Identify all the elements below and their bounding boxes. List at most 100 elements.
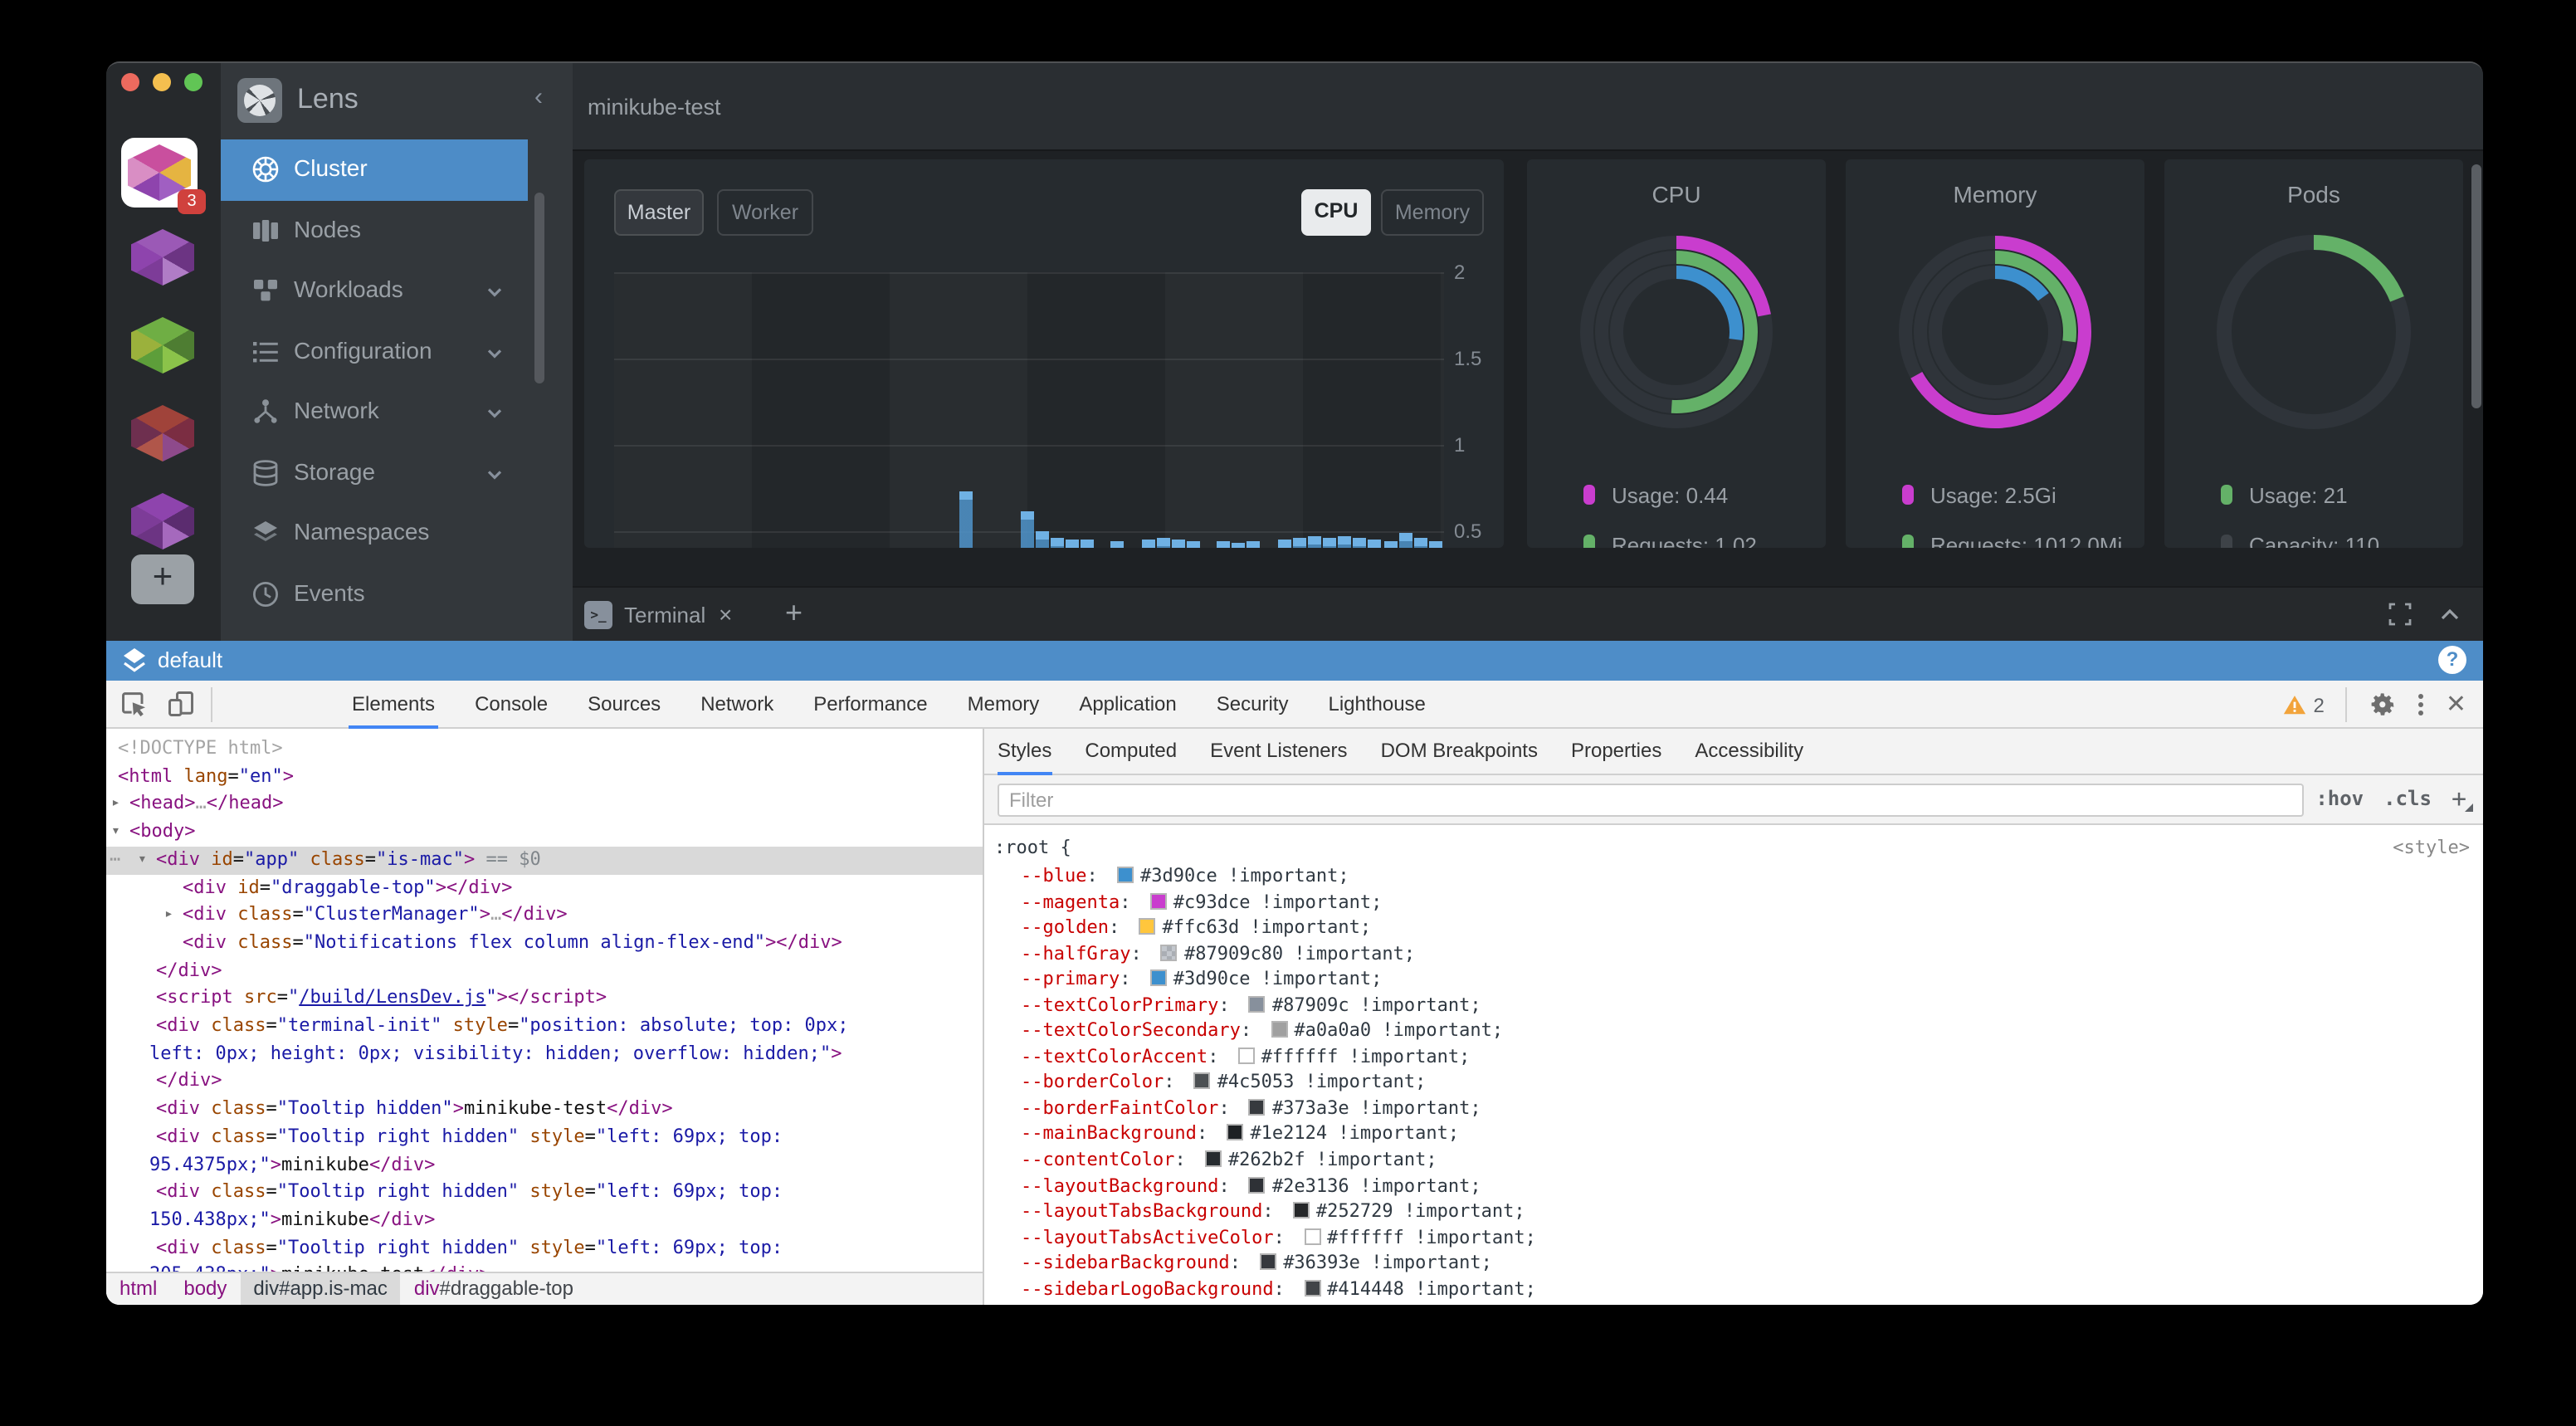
content-scrollbar[interactable] xyxy=(2471,164,2481,408)
css-rule-source[interactable]: <style> xyxy=(2393,835,2470,860)
color-swatch[interactable] xyxy=(1304,1228,1320,1244)
css-declaration[interactable]: --magenta: #c93dce !important; xyxy=(984,889,2483,915)
color-swatch[interactable] xyxy=(1260,1253,1276,1270)
css-declaration[interactable]: --borderFaintColor: #373a3e !important; xyxy=(984,1096,2483,1121)
color-swatch[interactable] xyxy=(1249,1099,1266,1116)
terminal-collapse-icon[interactable] xyxy=(2437,601,2463,628)
css-declaration[interactable]: --borderColor: #4c5053 !important; xyxy=(984,1070,2483,1096)
css-declaration[interactable]: --mainBackground: #1e2124 !important; xyxy=(984,1121,2483,1147)
tab-security[interactable]: Security xyxy=(1197,681,1309,729)
color-swatch[interactable] xyxy=(1150,892,1167,909)
tab-performance[interactable]: Performance xyxy=(793,681,947,729)
help-icon[interactable]: ? xyxy=(2438,646,2466,674)
chevron-down-icon[interactable] xyxy=(485,341,505,361)
dom-tree-row[interactable]: left: 0px; height: 0px; visibility: hidd… xyxy=(106,1040,983,1067)
terminal-new-tab-icon[interactable]: + xyxy=(785,596,803,631)
styles-filter-input[interactable] xyxy=(998,784,2304,817)
chevron-down-icon[interactable] xyxy=(485,402,505,422)
dom-tree-row[interactable]: <div class="Tooltip right hidden" style=… xyxy=(106,1234,983,1262)
chevron-down-icon[interactable] xyxy=(485,462,505,482)
device-toolbar-icon[interactable] xyxy=(166,689,196,719)
dom-tree-row[interactable]: ▾<body> xyxy=(106,818,983,846)
inspect-element-icon[interactable] xyxy=(120,689,149,719)
cluster-violet-icon[interactable] xyxy=(131,493,194,549)
cluster-green-icon[interactable] xyxy=(131,317,194,374)
dom-tree-row[interactable]: <div class="Tooltip right hidden" style=… xyxy=(106,1179,983,1207)
tab-properties[interactable]: Properties xyxy=(1571,729,1661,775)
warnings-badge[interactable]: 2 xyxy=(2281,692,2324,717)
tab-event-listeners[interactable]: Event Listeners xyxy=(1210,729,1347,775)
devtools-close-icon[interactable]: ✕ xyxy=(2446,681,2466,729)
master-node-tab[interactable]: Master xyxy=(614,189,704,236)
color-swatch[interactable] xyxy=(1293,1202,1310,1218)
color-swatch[interactable] xyxy=(1161,944,1178,960)
sidebar-item-namespaces[interactable]: Namespaces xyxy=(221,503,528,564)
color-swatch[interactable] xyxy=(1304,1280,1320,1297)
tab-computed[interactable]: Computed xyxy=(1085,729,1177,775)
dom-tree-row[interactable]: <script src="/build/LensDev.js"></script… xyxy=(106,985,983,1013)
sidebar-collapse-icon[interactable]: ‹ xyxy=(534,83,543,111)
expand-arrow-closed-icon[interactable]: ▸ xyxy=(111,791,120,818)
css-declaration[interactable]: --primary: #3d90ce !important; xyxy=(984,966,2483,992)
color-swatch[interactable] xyxy=(1271,1022,1287,1038)
dom-tree-row[interactable]: <div class="terminal-init" style="positi… xyxy=(106,1013,983,1040)
sidebar-item-storage[interactable]: Storage xyxy=(221,442,528,503)
minimize-window-button[interactable] xyxy=(153,73,171,91)
sidebar-item-cluster[interactable]: Cluster xyxy=(221,139,528,200)
dom-tree-row[interactable]: <!DOCTYPE html> xyxy=(106,735,983,763)
dom-tree-row[interactable]: <div class="Notifications flex column al… xyxy=(106,930,983,957)
css-declaration[interactable]: --layoutTabsActiveColor: #ffffff !import… xyxy=(984,1224,2483,1250)
dom-tree-row[interactable]: 205.438px;">minikube-test</div> xyxy=(106,1262,983,1272)
tab-elements[interactable]: Elements xyxy=(332,681,455,729)
css-declaration[interactable]: --textColorSecondary: #a0a0a0 !important… xyxy=(984,1018,2483,1044)
css-declaration[interactable]: --sidebarLogoBackground: #414448 !import… xyxy=(984,1277,2483,1302)
chevron-down-icon[interactable] xyxy=(485,281,505,300)
css-declaration[interactable]: --golden: #ffc63d !important; xyxy=(984,915,2483,940)
active-cluster-tile[interactable]: 3 xyxy=(121,138,198,208)
breadcrumb-item[interactable]: body xyxy=(170,1272,240,1305)
color-swatch[interactable] xyxy=(1238,1048,1255,1064)
color-swatch[interactable] xyxy=(1117,867,1134,883)
dom-tree-row[interactable]: ▸<head>…</head> xyxy=(106,791,983,818)
cluster-red-icon[interactable] xyxy=(131,405,194,461)
expand-arrow-closed-icon[interactable]: ▸ xyxy=(164,901,173,929)
overflow-menu-icon[interactable]: ⋯ xyxy=(110,847,119,874)
tab-application[interactable]: Application xyxy=(1059,681,1196,729)
tab-dom-breakpoints[interactable]: DOM Breakpoints xyxy=(1381,729,1538,775)
terminal-expand-icon[interactable] xyxy=(2387,601,2413,628)
dom-tree-row[interactable]: <html lang="en"> xyxy=(106,763,983,790)
expand-arrow-open-icon[interactable]: ▾ xyxy=(111,818,120,846)
cpu-metric-tab[interactable]: CPU xyxy=(1301,189,1371,236)
css-declaration[interactable]: --contentColor: #262b2f !important; xyxy=(984,1147,2483,1173)
css-declaration[interactable]: --halfGray: #87909c80 !important; xyxy=(984,940,2483,966)
sidebar-item-network[interactable]: Network xyxy=(221,382,528,442)
sidebar-item-configuration[interactable]: Configuration xyxy=(221,321,528,382)
color-swatch[interactable] xyxy=(1139,918,1155,935)
dom-tree-row[interactable]: </div> xyxy=(106,1068,983,1096)
dom-tree-row[interactable]: 95.4375px;">minikube</div> xyxy=(106,1151,983,1179)
tab-sources[interactable]: Sources xyxy=(568,681,681,729)
tab-accessibility[interactable]: Accessibility xyxy=(1695,729,1803,775)
new-style-rule-button[interactable]: + xyxy=(2452,784,2466,813)
devtools-menu-icon[interactable] xyxy=(2419,694,2424,715)
css-declaration[interactable]: --layoutBackground: #2e3136 !important; xyxy=(984,1173,2483,1199)
sidebar-item-workloads[interactable]: Workloads xyxy=(221,261,528,321)
css-declaration[interactable]: --layoutTabsBackground: #252729 !importa… xyxy=(984,1199,2483,1224)
color-swatch[interactable] xyxy=(1194,1073,1211,1090)
add-cluster-button[interactable]: + xyxy=(131,554,194,604)
breadcrumb-item[interactable]: div#draggable-top xyxy=(401,1272,587,1305)
color-swatch[interactable] xyxy=(1227,1125,1243,1141)
css-declaration[interactable]: --textColorPrimary: #87909c !important; xyxy=(984,992,2483,1018)
css-declaration[interactable]: --sidebarBackground: #36393e !important; xyxy=(984,1250,2483,1276)
color-swatch[interactable] xyxy=(1249,1176,1266,1193)
breadcrumb-item[interactable]: html xyxy=(106,1272,170,1305)
expand-arrow-open-icon[interactable]: ▾ xyxy=(138,847,147,874)
dom-tree-row[interactable]: <div id="draggable-top"></div> xyxy=(106,874,983,901)
dom-tree-row[interactable]: ⋯▾<div id="app" class="is-mac"> == $0 xyxy=(106,847,983,874)
dom-tree-row[interactable]: </div> xyxy=(106,957,983,984)
sidebar-item-events[interactable]: Events xyxy=(221,564,528,624)
zoom-window-button[interactable] xyxy=(184,73,202,91)
cluster-purple-icon[interactable] xyxy=(131,229,194,286)
color-swatch[interactable] xyxy=(1150,969,1167,986)
dom-tree-row[interactable]: <div class="Tooltip right hidden" style=… xyxy=(106,1124,983,1151)
